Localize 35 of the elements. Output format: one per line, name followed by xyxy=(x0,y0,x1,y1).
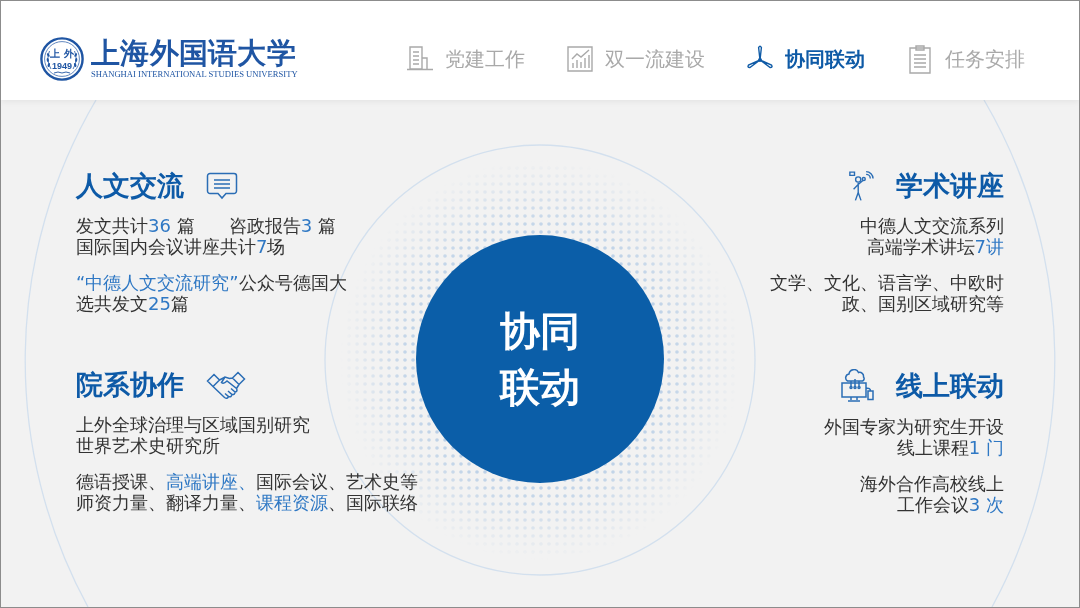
nav-tab[interactable]: 党建工作 xyxy=(405,43,525,74)
body-text: 文学、文化、语言学、中欧时 xyxy=(770,272,1004,293)
body-text: 咨政报告3 篇 xyxy=(228,215,336,236)
body-text: 选共发文25篇 xyxy=(76,293,189,314)
body-text: 工作会议3 次 xyxy=(896,494,1004,515)
university-english-name: SHANGHAI INTERNATIONAL STUDIES UNIVERSITY xyxy=(91,69,298,80)
person-speaking-icon xyxy=(848,170,874,202)
handshake-icon xyxy=(206,369,246,401)
center-title: 协同 联动 xyxy=(500,307,580,412)
nav-tab[interactable]: 协同联动 xyxy=(745,43,865,74)
chat-bubble-icon xyxy=(206,172,238,200)
section-heading: 线上联动 xyxy=(896,370,1004,402)
nav-tab[interactable]: 双一流建设 xyxy=(565,43,705,74)
body-text: 德语授课、高端讲座、国际会议、艺术史等 xyxy=(76,471,418,492)
body-text: 政、国别区域研究等 xyxy=(842,293,1004,314)
body-text: 世界艺术史研究所 xyxy=(76,435,220,456)
body-text: 师资力量、翻译力量、课程资源、国际联络 xyxy=(76,492,418,513)
section-heading: 院系协作 xyxy=(76,369,184,401)
body-text: 海外合作高校线上 xyxy=(860,473,1004,494)
nav-tab[interactable]: 任务安排 xyxy=(905,43,1025,74)
section-heading: 人文交流 xyxy=(76,170,184,202)
body-text: 发文共计36 篇 xyxy=(76,215,195,236)
seal-text: 上 外 xyxy=(50,47,74,58)
body-text: 线上课程1 门 xyxy=(896,437,1004,458)
body-text: 上外全球治理与区域国别研究 xyxy=(76,414,310,435)
chart-icon xyxy=(565,43,595,74)
body-text: 外国专家为研究生开设 xyxy=(824,416,1004,437)
body-text: 高端学术讲坛7讲 xyxy=(866,236,1004,257)
university-name: 上海外国语大学 xyxy=(91,37,297,69)
body-text: 中德人文交流系列 xyxy=(860,215,1004,236)
seal-year: 1949 xyxy=(52,60,72,71)
body-text: “中德人文交流研究”公众号德国大 xyxy=(76,272,347,293)
section-heading: 学术讲座 xyxy=(896,170,1004,202)
computer-cloud-icon xyxy=(840,369,874,403)
body-text: 国际国内会议讲座共计7场 xyxy=(76,236,286,257)
